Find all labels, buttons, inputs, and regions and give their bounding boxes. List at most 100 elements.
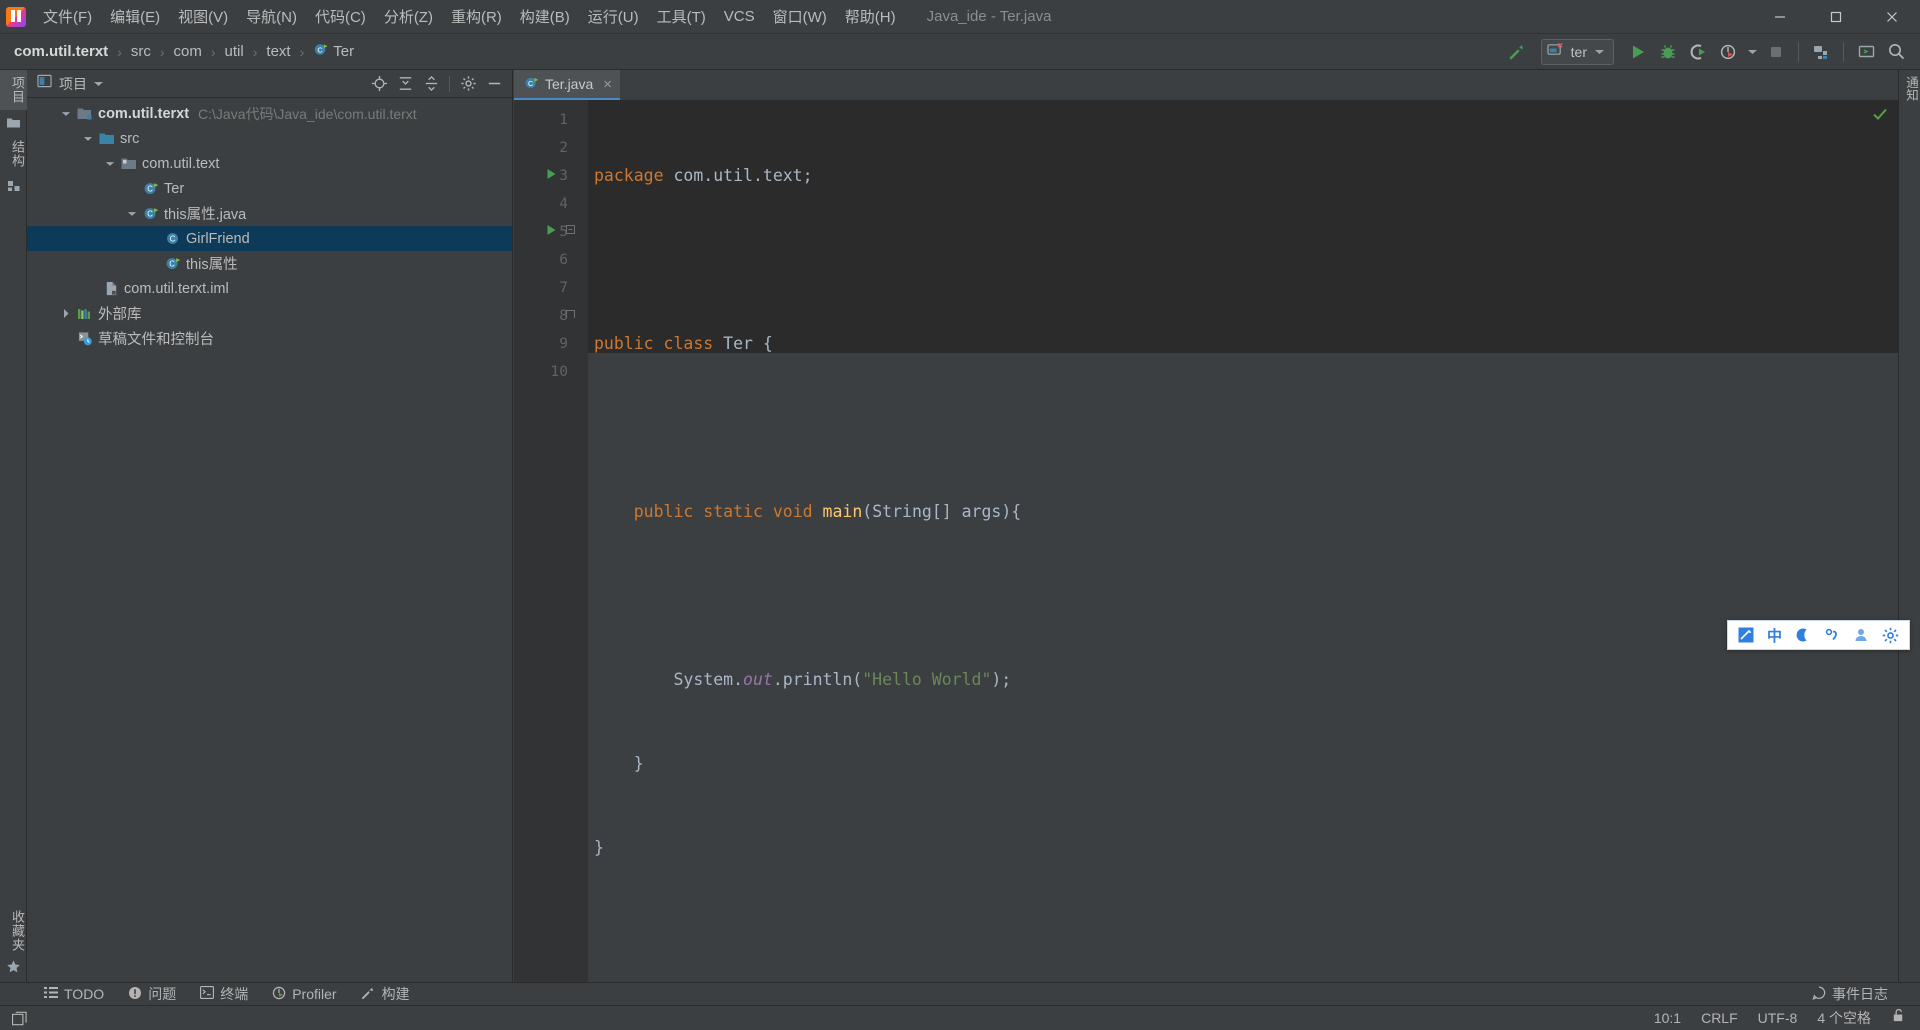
line-number: 2 [559,140,568,156]
menu-item-analyze[interactable]: 分析(Z) [375,2,442,31]
chevron-down-icon[interactable] [79,135,97,143]
fold-close-icon[interactable] [566,302,575,330]
project-panel-title: 项目 [59,75,87,92]
breadcrumb-item-project[interactable]: com.util.terxt [14,43,108,60]
close-button[interactable] [1864,0,1920,34]
project-structure-button[interactable] [1807,38,1835,66]
code-editor[interactable]: 1 2 3 4 5 6 7 8 9 10 package com.util.te… [514,100,1898,982]
half-moon-icon[interactable] [1795,627,1811,643]
folder-icon[interactable] [0,110,27,134]
chinese-mode-icon[interactable]: 中 [1767,625,1782,646]
chevron-down-icon[interactable] [123,210,141,218]
tree-label: this属性.java [164,207,247,223]
sidebar-item-favorites[interactable]: 收藏夹 [0,904,27,958]
tree-row-src[interactable]: src [27,126,512,151]
breadcrumb-item-text[interactable]: text [266,43,290,60]
sidebar-item-project[interactable]: 项目 [0,70,27,110]
profile-button[interactable] [1714,38,1742,66]
editor-gutter[interactable]: 1 2 3 4 5 6 7 8 9 10 [514,100,576,982]
terminal-icon [200,986,215,1002]
gutter-line: 3 [514,162,576,190]
chevron-down-icon[interactable] [93,75,104,93]
hide-panel-icon[interactable] [482,73,506,95]
menu-item-run[interactable]: 运行(U) [579,2,648,31]
search-everywhere-button[interactable] [1882,38,1910,66]
toolwindow-profiler[interactable]: Profiler [266,984,348,1005]
menu-item-file[interactable]: 文件(F) [34,2,101,31]
settings-gear-icon[interactable] [456,73,480,95]
user-icon[interactable] [1853,627,1869,643]
profile-dropdown-icon[interactable] [1744,38,1760,66]
caret-position[interactable]: 10:1 [1654,1010,1681,1026]
chevron-down-icon[interactable] [57,110,75,118]
gutter-line: 1 [514,106,576,134]
tree-row-class-girlfriend[interactable]: C GirlFriend [27,226,512,251]
build-hammer-icon[interactable] [1503,38,1531,66]
file-encoding[interactable]: UTF-8 [1758,1010,1798,1026]
menu-item-navigate[interactable]: 导航(N) [237,2,306,31]
toolwindow-terminal[interactable]: 终端 [194,982,260,1006]
iml-file-icon [101,281,121,296]
toolwindow-event-log[interactable]: 事件日志 [1806,982,1900,1006]
collapse-all-icon[interactable] [419,73,443,95]
tree-row-package[interactable]: com.util.text [27,151,512,176]
fold-open-icon[interactable] [566,218,575,246]
menu-item-window[interactable]: 窗口(W) [764,2,836,31]
menu-item-refactor[interactable]: 重构(R) [442,2,511,31]
breadcrumb-item-class[interactable]: Ter [333,43,354,60]
breadcrumb-separator: › [252,43,258,60]
punctuation-icon[interactable] [1824,627,1840,643]
code-text[interactable]: package com.util.text; public class Ter … [588,100,1898,982]
indent-setting[interactable]: 4 个空格 [1817,1008,1871,1028]
close-icon[interactable]: × [603,76,612,93]
minimize-button[interactable] [1752,0,1808,34]
chevron-down-icon[interactable] [101,160,119,168]
menu-item-help[interactable]: 帮助(H) [836,2,905,31]
menu-item-build[interactable]: 构建(B) [511,2,579,31]
ime-mode-icon[interactable] [1738,627,1754,643]
run-button[interactable] [1624,38,1652,66]
run-method-gutter-icon[interactable] [546,218,557,246]
breadcrumb-item-com[interactable]: com [174,43,202,60]
unlocked-icon[interactable] [1891,1008,1906,1028]
settings-gear-icon[interactable] [1882,627,1899,644]
app-logo-icon [6,6,26,27]
breadcrumb-item-util[interactable]: util [225,43,244,60]
menu-item-edit[interactable]: 编辑(E) [101,2,169,31]
tree-row-iml-file[interactable]: com.util.terxt.iml [27,276,512,301]
run-configuration-selector[interactable]: ter [1540,38,1614,65]
editor-tab-ter-java[interactable]: C Ter.java × [514,70,621,100]
breadcrumb-item-src[interactable]: src [131,43,151,60]
chevron-right-icon[interactable] [57,308,75,319]
tree-row-scratches[interactable]: 草稿文件和控制台 [27,326,512,351]
java-class-runnable-icon: C [163,256,183,271]
tree-row-class-ter[interactable]: C Ter [27,176,512,201]
maximize-button[interactable] [1808,0,1864,34]
line-separator[interactable]: CRLF [1701,1010,1738,1026]
star-icon[interactable] [0,958,27,982]
tree-row-class-this-attr[interactable]: C this属性 [27,251,512,276]
run-class-gutter-icon[interactable] [546,162,557,190]
debug-button[interactable] [1654,38,1682,66]
menu-item-code[interactable]: 代码(C) [306,2,375,31]
expand-all-icon[interactable] [393,73,417,95]
toolwindow-todo[interactable]: TODO [38,984,116,1004]
toggle-toolwindows-icon[interactable] [6,1007,32,1029]
code-line-9: } [594,834,1898,862]
menu-item-tools[interactable]: 工具(T) [648,2,715,31]
terminal-button[interactable] [1852,38,1880,66]
tree-row-file-this-attr[interactable]: C this属性.java [27,201,512,226]
tree-row-module[interactable]: com.util.terxt C:\Java代码\Java_ide\com.ut… [27,101,512,126]
menu-item-vcs[interactable]: VCS [715,4,764,29]
sidebar-item-structure[interactable]: 结构 [0,134,27,174]
locate-icon[interactable] [367,73,391,95]
sidebar-item-notifications[interactable]: 通知 [1899,70,1920,107]
inspection-ok-icon[interactable] [1872,106,1888,127]
toolwindow-build[interactable]: 构建 [355,982,422,1006]
bean-icon[interactable] [0,174,27,198]
run-with-coverage-button[interactable] [1684,38,1712,66]
tree-row-external-libraries[interactable]: 外部库 [27,301,512,326]
toolwindow-problems[interactable]: 问题 [122,982,188,1006]
menu-item-view[interactable]: 视图(V) [169,2,237,31]
stop-button[interactable] [1762,38,1790,66]
